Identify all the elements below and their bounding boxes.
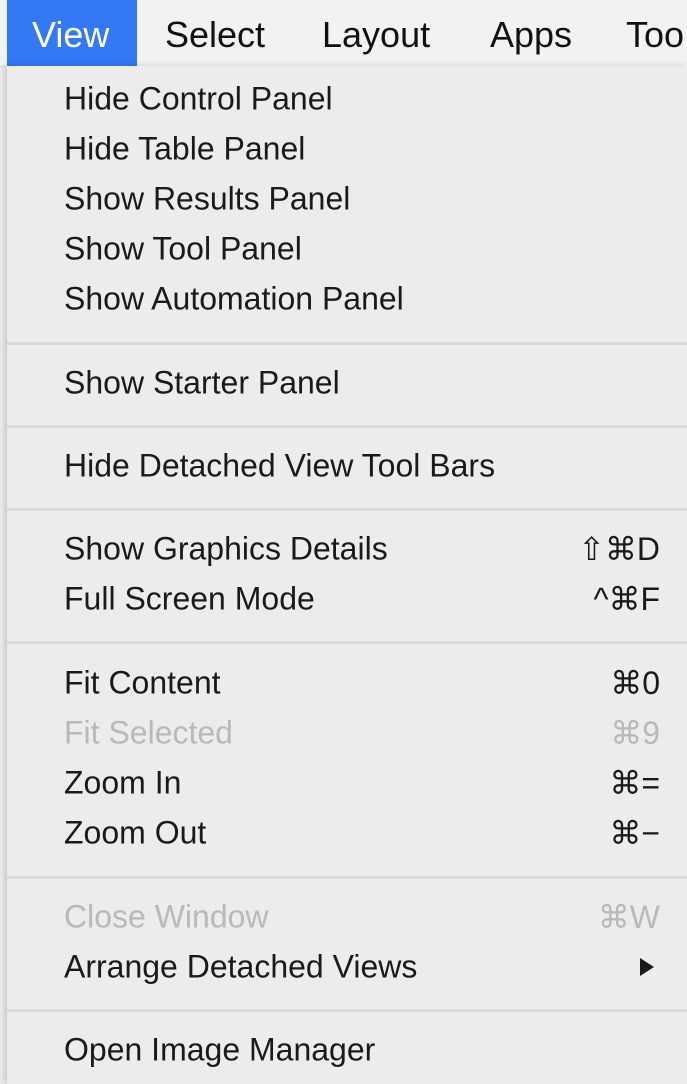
- menu-item-label: Show Results Panel: [64, 180, 351, 217]
- shortcut-label: ⇧⌘D: [578, 531, 660, 567]
- menu-item-zoom-in[interactable]: Zoom In ⌘=: [7, 758, 687, 808]
- submenu-arrow-icon: [640, 958, 654, 976]
- menu-item-label: Zoom Out: [64, 814, 207, 851]
- menu-separator: [7, 342, 687, 345]
- menu-item-full-screen-mode[interactable]: Full Screen Mode ^⌘F: [7, 574, 687, 624]
- menu-item-fit-selected: Fit Selected ⌘9: [7, 708, 687, 758]
- menu-item-open-image-manager[interactable]: Open Image Manager: [7, 1025, 687, 1075]
- shortcut-label: ⌘9: [610, 715, 660, 751]
- menu-separator: [7, 641, 687, 644]
- menu-item-label: Full Screen Mode: [64, 580, 315, 617]
- menu-item-label: Arrange Detached Views: [64, 948, 418, 985]
- menu-item-show-starter-panel[interactable]: Show Starter Panel: [7, 358, 687, 408]
- menu-item-zoom-out[interactable]: Zoom Out ⌘−: [7, 808, 687, 858]
- menu-separator: [7, 876, 687, 879]
- menu-item-label: Show Graphics Details: [64, 530, 388, 567]
- menu-item-show-automation-panel[interactable]: Show Automation Panel: [7, 274, 687, 324]
- menu-item-label: Hide Control Panel: [64, 80, 333, 117]
- menu-item-hide-detached-view-tool-bars[interactable]: Hide Detached View Tool Bars: [7, 441, 687, 491]
- menu-item-label: Close Window: [64, 898, 269, 935]
- menu-item-arrange-detached-views[interactable]: Arrange Detached Views: [7, 942, 687, 992]
- menu-separator: [7, 425, 687, 428]
- shortcut-label: ⌘−: [609, 815, 660, 851]
- menu-item-label: Open Image Manager: [64, 1031, 376, 1068]
- menu-item-fit-content[interactable]: Fit Content ⌘0: [7, 658, 687, 708]
- shortcut-label: ⌘W: [597, 899, 660, 935]
- menu-item-close-window: Close Window ⌘W: [7, 892, 687, 942]
- menubar-layout[interactable]: Layout: [322, 0, 430, 66]
- menu-item-label: Hide Table Panel: [64, 130, 306, 167]
- menubar-apps[interactable]: Apps: [490, 0, 572, 66]
- menu-separator: [7, 508, 687, 511]
- menu-item-hide-control-panel[interactable]: Hide Control Panel: [7, 74, 687, 124]
- menu-item-label: Fit Content: [64, 664, 221, 701]
- shortcut-label: ⌘=: [609, 765, 660, 801]
- menu-bar: View Select Layout Apps Too: [0, 0, 687, 67]
- menu-item-label: Hide Detached View Tool Bars: [64, 447, 496, 484]
- menu-item-label: Show Tool Panel: [64, 230, 302, 267]
- shortcut-label: ^⌘F: [593, 581, 660, 617]
- menu-item-hide-table-panel[interactable]: Hide Table Panel: [7, 124, 687, 174]
- menu-item-label: Zoom In: [64, 764, 182, 801]
- menu-item-label: Fit Selected: [64, 714, 233, 751]
- menu-item-label: Show Automation Panel: [64, 280, 404, 317]
- shortcut-label: ⌘0: [610, 665, 660, 701]
- menu-item-show-tool-panel[interactable]: Show Tool Panel: [7, 224, 687, 274]
- view-dropdown-menu: Hide Control Panel Hide Table Panel Show…: [7, 66, 687, 1084]
- menubar-select[interactable]: Select: [165, 0, 265, 66]
- menu-item-show-results-panel[interactable]: Show Results Panel: [7, 174, 687, 224]
- menu-separator: [7, 1009, 687, 1012]
- menubar-view[interactable]: View: [7, 0, 137, 66]
- menu-item-label: Show Starter Panel: [64, 364, 340, 401]
- menu-item-show-graphics-details[interactable]: Show Graphics Details ⇧⌘D: [7, 524, 687, 574]
- menubar-tools[interactable]: Too: [626, 0, 684, 66]
